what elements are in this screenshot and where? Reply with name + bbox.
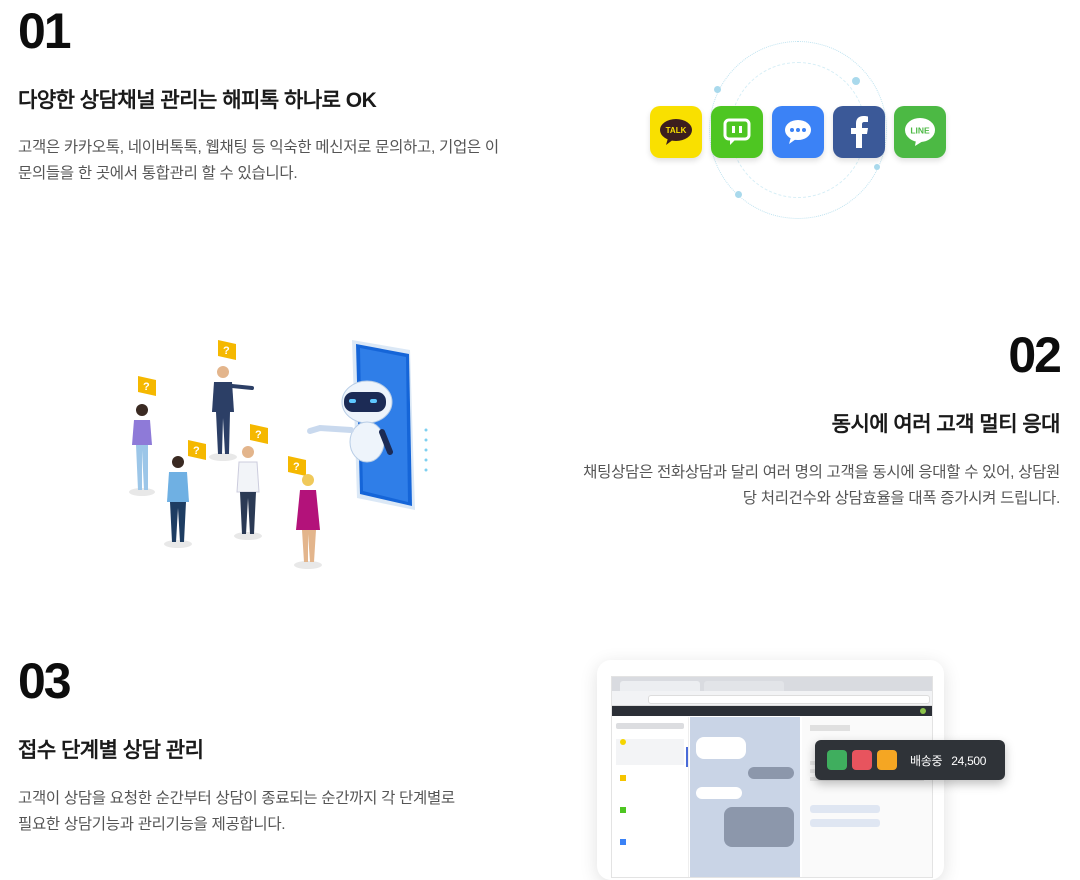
browser-tab-bar: [612, 677, 932, 691]
line-icon: LINE: [894, 106, 946, 158]
channel-icon-row: TALK LINE: [650, 106, 946, 160]
svg-text:?: ?: [193, 445, 200, 457]
svg-text:TALK: TALK: [666, 126, 687, 135]
chat-panel: [690, 717, 800, 877]
naver-talktalk-icon: [711, 106, 763, 158]
conversation-list: [612, 717, 689, 877]
section-number: 02: [1008, 327, 1062, 383]
section-number: 03: [18, 653, 72, 709]
section-description: 고객이 상담을 요청한 순간부터 상담이 종료되는 순간까지 각 단계별로 필요…: [18, 786, 455, 838]
person-woman-magenta: [296, 474, 320, 562]
description-line: 고객이 상담을 요청한 순간부터 상담이 종료되는 순간까지 각 단계별로: [18, 790, 455, 807]
section-title: 다양한 상담채널 관리는 해피톡 하나로 OK: [18, 89, 377, 112]
svg-text:?: ?: [293, 461, 300, 473]
section-description: 채팅상담은 전화상담과 달리 여러 명의 고객을 동시에 응대할 수 있어, 상…: [583, 460, 1060, 512]
person-man-blue: [167, 456, 189, 542]
svg-text:?: ?: [255, 429, 262, 441]
person-man-white: [236, 446, 260, 534]
multi-customer-illustration: ?????: [120, 330, 440, 580]
section-title: 접수 단계별 상담 관리: [18, 739, 204, 762]
orbit-dot: [874, 164, 880, 170]
description-line: 당 처리건수와 상담효율을 대폭 증가시켜 드립니다.: [742, 490, 1061, 507]
order-status-popup: 배송중 24,500: [815, 740, 1005, 780]
order-amount: 24,500: [951, 754, 987, 768]
section-number: 01: [18, 3, 72, 59]
app-top-bar: [612, 706, 932, 716]
delivery-status-label: 배송중: [910, 754, 943, 768]
section-title: 동시에 여러 고객 멀티 응대: [831, 413, 1061, 436]
orbit-dot: [714, 86, 721, 93]
delivery-status: 배송중 24,500: [910, 752, 986, 769]
browser-address-bar: [612, 691, 932, 706]
shirt-icon: [827, 750, 847, 770]
orbit-dot: [852, 77, 860, 85]
description-line: 고객은 카카오톡, 네이버톡톡, 웹채팅 등 익숙한 메신저로 문의하고, 기업…: [18, 139, 499, 156]
person-man-standing: [212, 366, 254, 454]
facebook-icon: [833, 106, 885, 158]
cart-icon: [852, 750, 872, 770]
person-woman-purple: [132, 404, 152, 490]
section-description: 고객은 카카오톡, 네이버톡톡, 웹채팅 등 익숙한 메신저로 문의하고, 기업…: [18, 135, 499, 187]
description-line: 필요한 상담기능과 관리기능을 제공합니다.: [18, 816, 286, 833]
svg-text:?: ?: [223, 345, 230, 357]
orbit-dot: [735, 191, 742, 198]
description-line: 채팅상담은 전화상담과 달리 여러 명의 고객을 동시에 응대할 수 있어, 상…: [583, 464, 1060, 481]
webchat-icon: [772, 106, 824, 158]
svg-text:LINE: LINE: [910, 126, 930, 136]
more-icon: [877, 750, 897, 770]
description-line: 문의들을 한 곳에서 통합관리 할 수 있습니다.: [18, 165, 298, 182]
kakaotalk-icon: TALK: [650, 106, 702, 158]
svg-text:?: ?: [143, 381, 150, 393]
